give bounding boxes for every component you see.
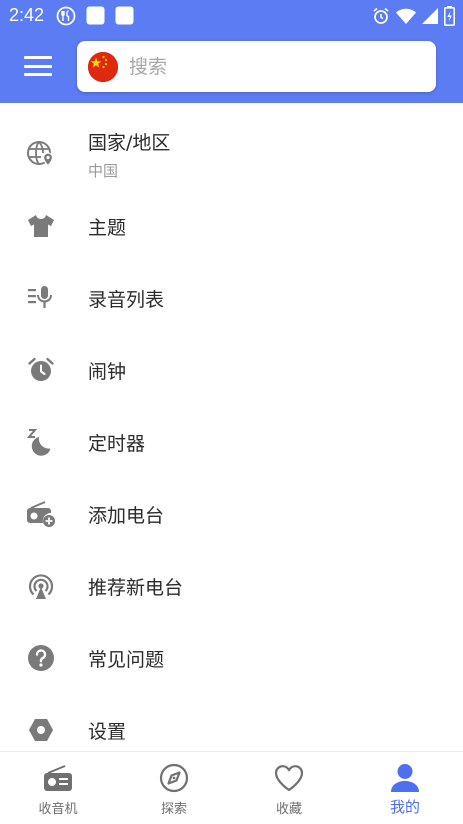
china-flag-icon[interactable] (88, 52, 118, 82)
nav-favorites[interactable]: 收藏 (231, 752, 347, 824)
hamburger-icon-line (24, 64, 52, 68)
restaurant-icon (56, 6, 76, 26)
hamburger-menu-button[interactable] (22, 53, 54, 79)
tshirt-icon (26, 211, 56, 241)
recording-list-icon (26, 283, 56, 313)
nav-label: 收藏 (275, 802, 302, 817)
hamburger-icon-line (24, 56, 52, 59)
search-input[interactable] (129, 41, 424, 92)
menu-item-label: 录音列表 (88, 289, 165, 311)
status-bar: 2:42 (0, 0, 463, 32)
menu-item-alarm[interactable]: 闹钟 (0, 334, 463, 406)
menu-item-label: 定时器 (88, 433, 146, 455)
notification-square-icon (86, 6, 105, 26)
menu-item-timer[interactable]: 定时器 (0, 406, 463, 478)
signal-icon (422, 8, 438, 24)
nav-label: 我的 (389, 798, 420, 816)
compass-icon (156, 762, 192, 794)
menu-item-country[interactable]: 国家/地区 中国 (0, 117, 463, 187)
menu-item-label: 国家/地区 (88, 132, 171, 154)
add-radio-icon (26, 499, 56, 529)
alarm-icon (372, 7, 390, 25)
nav-explore[interactable]: 探索 (116, 752, 232, 824)
menu-item-recommend-station[interactable]: 推荐新电台 (0, 550, 463, 622)
hamburger-icon-line (24, 73, 52, 76)
sleep-timer-icon (26, 427, 56, 457)
notification-square-icon (115, 6, 134, 26)
search-box[interactable] (77, 41, 436, 92)
heart-icon (271, 762, 307, 794)
menu-item-label: 主题 (88, 217, 127, 239)
globe-location-icon (26, 139, 56, 169)
menu-item-label: 常见问题 (88, 649, 165, 671)
status-right-icons (372, 6, 455, 26)
nav-label: 收音机 (38, 802, 78, 817)
status-time: 2:42 (9, 5, 45, 25)
nav-label: 探索 (160, 802, 187, 817)
menu-item-label: 添加电台 (88, 505, 165, 527)
menu-item-theme[interactable]: 主题 (0, 190, 463, 262)
menu-item-label: 闹钟 (88, 361, 127, 383)
bottom-navigation: 收音机 探索 收藏 我的 (0, 751, 463, 824)
wifi-icon (396, 8, 416, 24)
alarm-clock-icon (26, 355, 56, 385)
settings-hexagon-icon (26, 715, 56, 745)
nav-radio[interactable]: 收音机 (0, 752, 116, 824)
menu-item-recordings[interactable]: 录音列表 (0, 262, 463, 334)
broadcast-icon (26, 571, 56, 601)
status-left-icons (56, 6, 134, 26)
radio-icon (40, 762, 76, 794)
battery-charging-icon (444, 6, 455, 26)
menu-item-sublabel: 中国 (88, 162, 119, 180)
person-icon (387, 762, 423, 794)
app-header: 2:42 (0, 0, 463, 103)
menu-item-label: 设置 (88, 721, 127, 743)
menu-item-label: 推荐新电台 (88, 577, 184, 599)
menu-item-add-station[interactable]: 添加电台 (0, 478, 463, 550)
menu-item-faq[interactable]: 常见问题 (0, 622, 463, 694)
nav-mine[interactable]: 我的 (347, 752, 463, 824)
help-icon (26, 643, 56, 673)
